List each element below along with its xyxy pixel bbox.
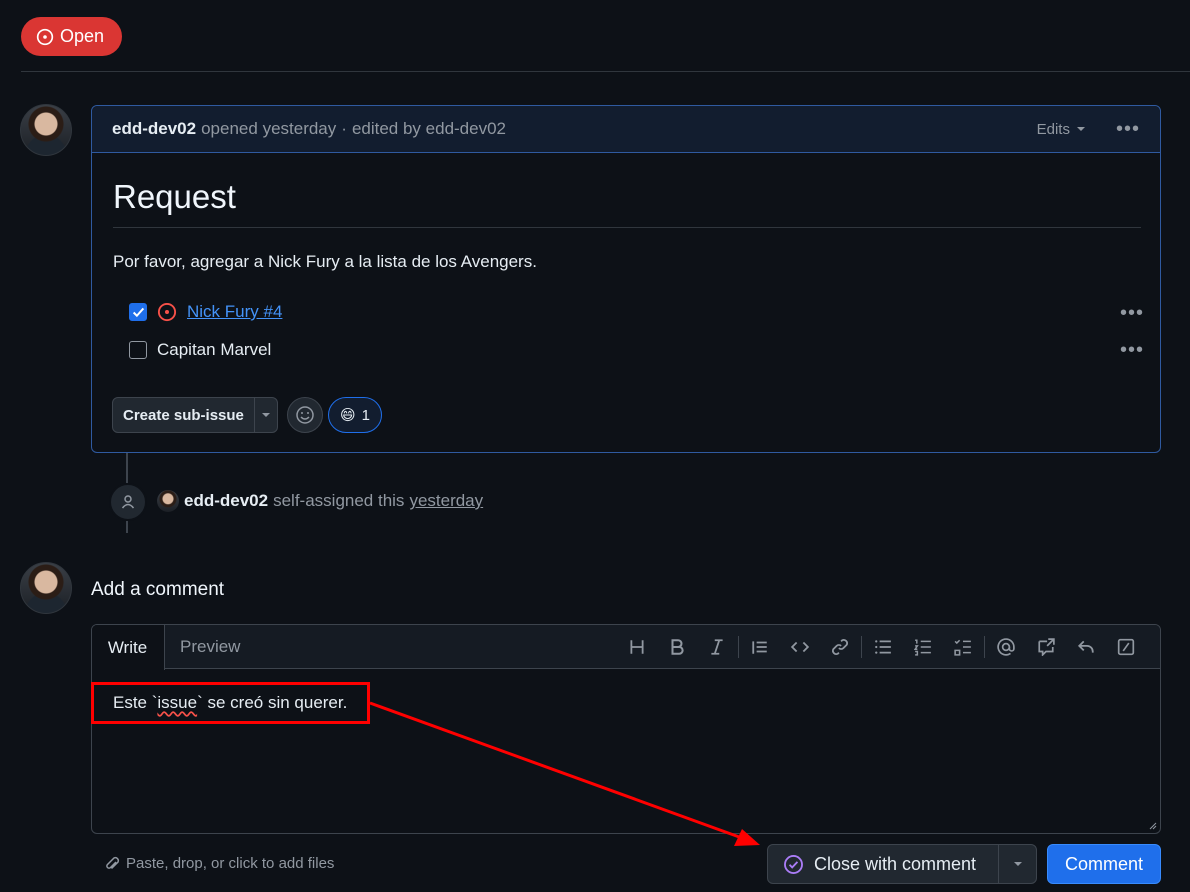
italic-icon[interactable] [697,638,737,656]
triangle-down-icon [1076,127,1085,131]
person-icon [121,495,135,509]
issue-state-label: Open [60,26,105,46]
event-author-avatar[interactable] [157,490,179,512]
toolbar-divider [984,636,985,658]
bold-icon[interactable] [657,638,697,656]
slash-commands-icon[interactable] [1106,638,1146,656]
issue-body-header: edd-dev02 opened yesterday · edited by e… [92,106,1160,153]
tab-preview[interactable]: Preview [180,625,240,669]
task-item-2: Capitan Marvel [129,340,271,360]
quote-icon[interactable] [740,638,780,656]
triangle-down-icon [261,413,270,417]
opened-text: opened [201,119,258,138]
attach-files-hint[interactable]: Paste, drop, or click to add files [104,855,334,872]
issue-body-paragraph: Por favor, agregar a Nick Fury a la list… [113,252,537,271]
edited-by-text[interactable]: edited by edd-dev02 [352,119,506,139]
toolbar-divider [861,636,862,658]
task-checkbox-checked[interactable] [129,303,147,321]
code-icon[interactable] [780,638,820,656]
issue-opened-icon [157,302,177,322]
heading-rule [113,227,1141,228]
saved-replies-icon[interactable] [1066,638,1106,656]
edits-label: Edits [1036,120,1070,138]
event-author[interactable]: edd-dev02 [184,491,268,511]
issue-body-card: edd-dev02 opened yesterday · edited by e… [91,105,1161,453]
triangle-down-icon [1013,862,1022,866]
timeline-badge [109,483,147,521]
create-subissue-button[interactable]: Create sub-issue [112,397,278,433]
timeline-event: edd-dev02 self-assigned this yesterday [157,490,483,512]
toolbar-divider [738,636,739,658]
comment-button[interactable]: Comment [1047,844,1161,884]
reaction-count: 1 [361,406,370,424]
more-options-icon[interactable]: ••• [1116,119,1140,139]
task-checkbox-unchecked[interactable] [129,341,147,359]
issue-author-link[interactable]: edd-dev02 [112,119,196,139]
numbered-list-icon[interactable] [903,638,943,656]
check-icon [132,307,144,317]
edits-dropdown[interactable]: Edits [1037,121,1086,138]
reaction-laugh[interactable]: 😄 1 [328,397,382,433]
tab-write[interactable]: Write [92,625,165,670]
timeline-line [126,453,128,483]
attach-files-label: Paste, drop, or click to add files [126,855,335,872]
add-reaction-button[interactable] [287,397,323,433]
task-more-icon[interactable]: ••• [1120,302,1144,325]
paperclip-icon [106,856,120,869]
laugh-emoji-icon: 😄 [340,407,356,424]
close-options-dropdown[interactable] [999,859,1036,869]
timeline-line [126,521,128,533]
task-item-1: Nick Fury #4 [129,302,282,322]
heading-icon[interactable] [617,638,657,656]
smiley-icon [296,406,314,424]
issue-state-badge: Open [21,17,122,56]
current-user-avatar[interactable] [20,562,72,614]
opened-time[interactable]: yesterday [263,119,337,139]
event-text: self-assigned this [273,491,405,510]
event-time[interactable]: yesterday [409,491,483,511]
task-more-icon[interactable]: ••• [1120,339,1144,362]
add-comment-title: Add a comment [91,579,225,600]
close-with-comment-button[interactable]: Close with comment [767,844,1037,884]
comment-editor: Write Preview Este `issue` se creó sin q… [91,624,1161,834]
issue-opened-icon [36,28,54,45]
annotation-highlight-box [91,682,370,724]
header-divider [21,71,1190,72]
editor-header: Write Preview [92,625,1160,670]
create-subissue-dropdown[interactable] [255,410,277,420]
header-separator: · [341,119,347,138]
bulleted-list-icon[interactable] [863,638,903,656]
close-with-comment-main[interactable]: Close with comment [768,845,999,883]
markdown-toolbar [617,625,1146,669]
link-icon[interactable] [820,638,860,656]
create-subissue-label[interactable]: Create sub-issue [113,398,255,432]
issue-body-heading: Request [113,178,236,215]
mention-icon[interactable] [986,638,1026,656]
task-issue-link[interactable]: Nick Fury #4 [187,302,282,322]
close-with-comment-label: Close with comment [814,853,977,874]
task-list-icon[interactable] [943,638,983,656]
author-avatar[interactable] [20,104,72,156]
task-label: Capitan Marvel [157,340,272,359]
issue-closed-icon [784,854,803,874]
resize-grip-icon[interactable] [1149,822,1157,830]
cross-reference-icon[interactable] [1026,638,1066,656]
